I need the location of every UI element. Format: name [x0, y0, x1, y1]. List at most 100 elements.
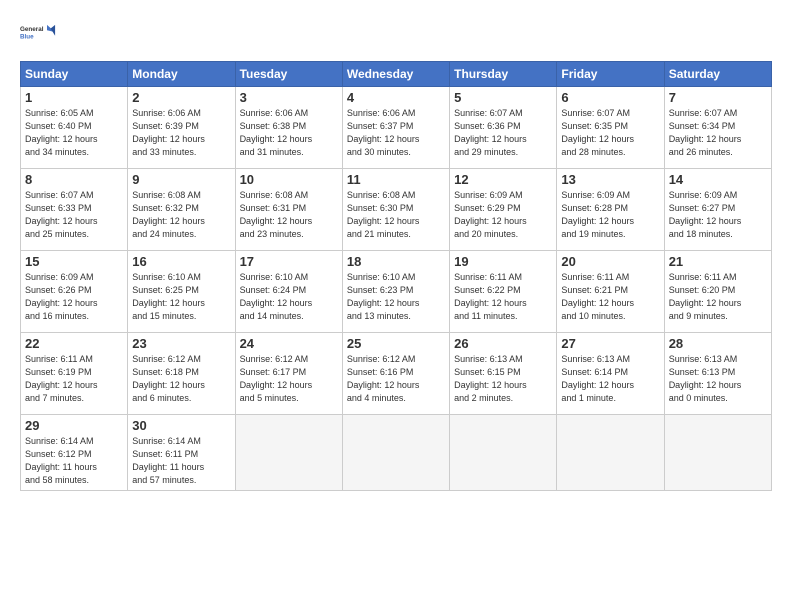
day-info: Sunrise: 6:09 AM Sunset: 6:27 PM Dayligh… — [669, 189, 767, 241]
day-info: Sunrise: 6:07 AM Sunset: 6:36 PM Dayligh… — [454, 107, 552, 159]
day-number: 5 — [454, 90, 552, 105]
day-cell — [342, 415, 449, 491]
day-cell: 15 Sunrise: 6:09 AM Sunset: 6:26 PM Dayli… — [21, 251, 128, 333]
day-info: Sunrise: 6:14 AM Sunset: 6:12 PM Dayligh… — [25, 435, 123, 487]
day-number: 13 — [561, 172, 659, 187]
day-cell: 17 Sunrise: 6:10 AM Sunset: 6:24 PM Dayli… — [235, 251, 342, 333]
day-number: 2 — [132, 90, 230, 105]
day-number: 4 — [347, 90, 445, 105]
calendar-page: GeneralBlue SundayMondayTuesdayWednesday… — [0, 0, 792, 612]
day-cell: 6 Sunrise: 6:07 AM Sunset: 6:35 PM Daylig… — [557, 87, 664, 169]
day-number: 18 — [347, 254, 445, 269]
day-cell: 28Sunrise: 6:13 AM Sunset: 6:13 PM Dayli… — [664, 333, 771, 415]
day-number: 20 — [561, 254, 659, 269]
weekday-header-row: SundayMondayTuesdayWednesdayThursdayFrid… — [21, 62, 772, 87]
day-info: Sunrise: 6:12 AM Sunset: 6:16 PM Dayligh… — [347, 353, 445, 405]
calendar-table: SundayMondayTuesdayWednesdayThursdayFrid… — [20, 61, 772, 491]
day-number: 30 — [132, 418, 230, 433]
day-number: 11 — [347, 172, 445, 187]
day-cell: 22 Sunrise: 6:11 AM Sunset: 6:19 PM Dayli… — [21, 333, 128, 415]
day-info: Sunrise: 6:12 AM Sunset: 6:18 PM Dayligh… — [132, 353, 230, 405]
day-info: Sunrise: 6:08 AM Sunset: 6:30 PM Dayligh… — [347, 189, 445, 241]
day-info: Sunrise: 6:09 AM Sunset: 6:29 PM Dayligh… — [454, 189, 552, 241]
day-info: Sunrise: 6:09 AM Sunset: 6:26 PM Dayligh… — [25, 271, 123, 323]
day-cell: 20 Sunrise: 6:11 AM Sunset: 6:21 PM Dayli… — [557, 251, 664, 333]
day-cell: 16Sunrise: 6:10 AM Sunset: 6:25 PM Dayli… — [128, 251, 235, 333]
day-cell: 8 Sunrise: 6:07 AM Sunset: 6:33 PM Daylig… — [21, 169, 128, 251]
day-info: Sunrise: 6:08 AM Sunset: 6:31 PM Dayligh… — [240, 189, 338, 241]
day-number: 23 — [132, 336, 230, 351]
day-info: Sunrise: 6:09 AM Sunset: 6:28 PM Dayligh… — [561, 189, 659, 241]
weekday-header-saturday: Saturday — [664, 62, 771, 87]
day-info: Sunrise: 6:11 AM Sunset: 6:21 PM Dayligh… — [561, 271, 659, 323]
day-info: Sunrise: 6:14 AM Sunset: 6:11 PM Dayligh… — [132, 435, 230, 487]
generalblue-logo-icon: GeneralBlue — [20, 15, 56, 51]
day-cell: 10 Sunrise: 6:08 AM Sunset: 6:31 PM Dayli… — [235, 169, 342, 251]
day-info: Sunrise: 6:10 AM Sunset: 6:24 PM Dayligh… — [240, 271, 338, 323]
day-info: Sunrise: 6:05 AM Sunset: 6:40 PM Dayligh… — [25, 107, 123, 159]
day-cell: 3 Sunrise: 6:06 AM Sunset: 6:38 PM Daylig… — [235, 87, 342, 169]
day-cell: 18 Sunrise: 6:10 AM Sunset: 6:23 PM Dayli… — [342, 251, 449, 333]
day-number: 22 — [25, 336, 123, 351]
day-cell: 24 Sunrise: 6:12 AM Sunset: 6:17 PM Dayli… — [235, 333, 342, 415]
weekday-header-friday: Friday — [557, 62, 664, 87]
day-number: 3 — [240, 90, 338, 105]
day-cell — [450, 415, 557, 491]
svg-text:General: General — [20, 26, 44, 33]
day-cell: 14 Sunrise: 6:09 AM Sunset: 6:27 PM Dayli… — [664, 169, 771, 251]
day-info: Sunrise: 6:07 AM Sunset: 6:35 PM Dayligh… — [561, 107, 659, 159]
day-number: 7 — [669, 90, 767, 105]
week-row-1: 1 Sunrise: 6:05 AM Sunset: 6:40 PM Daylig… — [21, 87, 772, 169]
day-cell — [557, 415, 664, 491]
day-cell: 19 Sunrise: 6:11 AM Sunset: 6:22 PM Dayli… — [450, 251, 557, 333]
day-number: 14 — [669, 172, 767, 187]
day-number: 21 — [669, 254, 767, 269]
day-info: Sunrise: 6:06 AM Sunset: 6:38 PM Dayligh… — [240, 107, 338, 159]
week-row-4: 22 Sunrise: 6:11 AM Sunset: 6:19 PM Dayli… — [21, 333, 772, 415]
day-info: Sunrise: 6:10 AM Sunset: 6:25 PM Dayligh… — [132, 271, 230, 323]
day-cell — [235, 415, 342, 491]
day-number: 17 — [240, 254, 338, 269]
day-info: Sunrise: 6:12 AM Sunset: 6:17 PM Dayligh… — [240, 353, 338, 405]
weekday-header-thursday: Thursday — [450, 62, 557, 87]
day-cell: 21Sunrise: 6:11 AM Sunset: 6:20 PM Dayli… — [664, 251, 771, 333]
day-info: Sunrise: 6:06 AM Sunset: 6:37 PM Dayligh… — [347, 107, 445, 159]
day-number: 6 — [561, 90, 659, 105]
logo: GeneralBlue — [20, 15, 56, 51]
day-number: 8 — [25, 172, 123, 187]
day-number: 1 — [25, 90, 123, 105]
day-cell: 7 Sunrise: 6:07 AM Sunset: 6:34 PM Daylig… — [664, 87, 771, 169]
weekday-header-wednesday: Wednesday — [342, 62, 449, 87]
day-cell: 23 Sunrise: 6:12 AM Sunset: 6:18 PM Dayli… — [128, 333, 235, 415]
svg-text:Blue: Blue — [20, 33, 34, 40]
weekday-header-sunday: Sunday — [21, 62, 128, 87]
day-number: 10 — [240, 172, 338, 187]
day-info: Sunrise: 6:11 AM Sunset: 6:19 PM Dayligh… — [25, 353, 123, 405]
day-cell: 4 Sunrise: 6:06 AM Sunset: 6:37 PM Daylig… — [342, 87, 449, 169]
header: GeneralBlue — [20, 15, 772, 51]
day-cell: 2 Sunrise: 6:06 AM Sunset: 6:39 PM Daylig… — [128, 87, 235, 169]
day-cell: 27Sunrise: 6:13 AM Sunset: 6:14 PM Dayli… — [557, 333, 664, 415]
day-info: Sunrise: 6:06 AM Sunset: 6:39 PM Dayligh… — [132, 107, 230, 159]
day-cell: 5 Sunrise: 6:07 AM Sunset: 6:36 PM Daylig… — [450, 87, 557, 169]
day-number: 26 — [454, 336, 552, 351]
day-number: 9 — [132, 172, 230, 187]
week-row-5: 29 Sunrise: 6:14 AM Sunset: 6:12 PM Dayli… — [21, 415, 772, 491]
day-cell: 11 Sunrise: 6:08 AM Sunset: 6:30 PM Dayli… — [342, 169, 449, 251]
day-number: 29 — [25, 418, 123, 433]
day-cell: 13 Sunrise: 6:09 AM Sunset: 6:28 PM Dayli… — [557, 169, 664, 251]
day-info: Sunrise: 6:11 AM Sunset: 6:22 PM Dayligh… — [454, 271, 552, 323]
day-cell: 1 Sunrise: 6:05 AM Sunset: 6:40 PM Daylig… — [21, 87, 128, 169]
day-number: 24 — [240, 336, 338, 351]
day-info: Sunrise: 6:13 AM Sunset: 6:14 PM Dayligh… — [561, 353, 659, 405]
day-info: Sunrise: 6:10 AM Sunset: 6:23 PM Dayligh… — [347, 271, 445, 323]
day-info: Sunrise: 6:07 AM Sunset: 6:33 PM Dayligh… — [25, 189, 123, 241]
day-info: Sunrise: 6:13 AM Sunset: 6:13 PM Dayligh… — [669, 353, 767, 405]
day-info: Sunrise: 6:08 AM Sunset: 6:32 PM Dayligh… — [132, 189, 230, 241]
week-row-2: 8 Sunrise: 6:07 AM Sunset: 6:33 PM Daylig… — [21, 169, 772, 251]
day-number: 15 — [25, 254, 123, 269]
day-info: Sunrise: 6:07 AM Sunset: 6:34 PM Dayligh… — [669, 107, 767, 159]
day-cell: 30 Sunrise: 6:14 AM Sunset: 6:11 PM Dayli… — [128, 415, 235, 491]
day-number: 19 — [454, 254, 552, 269]
day-cell: 9 Sunrise: 6:08 AM Sunset: 6:32 PM Daylig… — [128, 169, 235, 251]
